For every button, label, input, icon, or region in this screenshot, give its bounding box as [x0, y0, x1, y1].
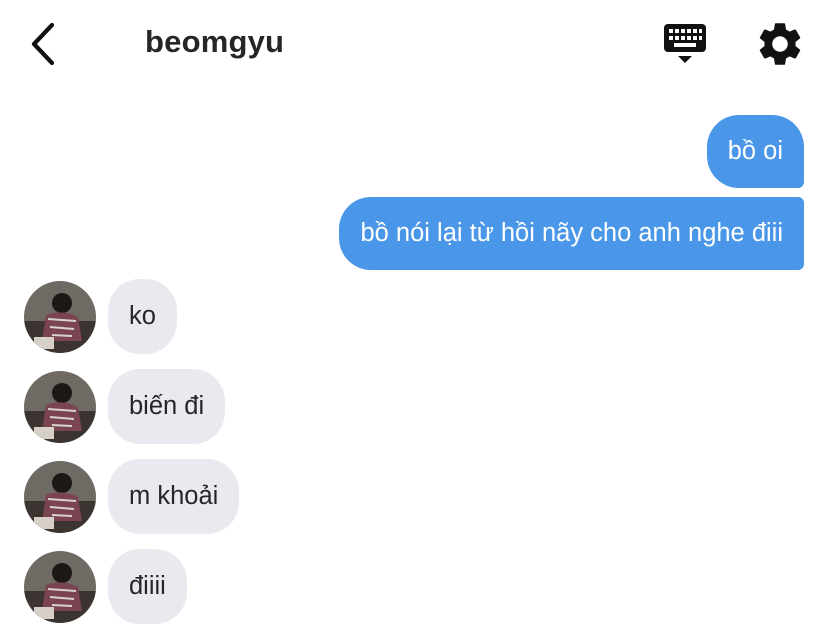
keyboard-icon [664, 24, 706, 63]
incoming-message[interactable]: điiii [108, 549, 187, 624]
chat-screen: beomgyu bồ oi bồ nói lại từ hồi nãy cho … [0, 0, 828, 631]
outgoing-message[interactable]: bồ oi [706, 115, 804, 188]
incoming-message[interactable]: ko [108, 279, 177, 354]
outgoing-message[interactable]: bồ nói lại từ hồi nãy cho anh nghe điii [339, 197, 804, 270]
chat-header: beomgyu [0, 0, 828, 88]
message-text: bồ oi [727, 136, 783, 165]
settings-button[interactable] [754, 18, 806, 70]
avatar[interactable] [24, 461, 96, 533]
avatar[interactable] [24, 551, 96, 623]
incoming-message[interactable]: biến đi [108, 369, 226, 444]
avatar[interactable] [24, 371, 96, 443]
chevron-left-icon [31, 22, 55, 66]
keyboard-button[interactable] [660, 20, 710, 68]
message-text: biến đi [129, 391, 205, 420]
back-button[interactable] [22, 20, 66, 68]
incoming-message[interactable]: m khoải [108, 459, 240, 534]
message-text: ko [129, 301, 156, 330]
gear-icon [759, 23, 801, 65]
avatar[interactable] [24, 281, 96, 353]
message-text: bồ nói lại từ hồi nãy cho anh nghe điii [360, 218, 783, 247]
chat-title: beomgyu [145, 24, 285, 59]
message-text: m khoải [129, 481, 219, 510]
message-text: điiii [129, 571, 166, 600]
